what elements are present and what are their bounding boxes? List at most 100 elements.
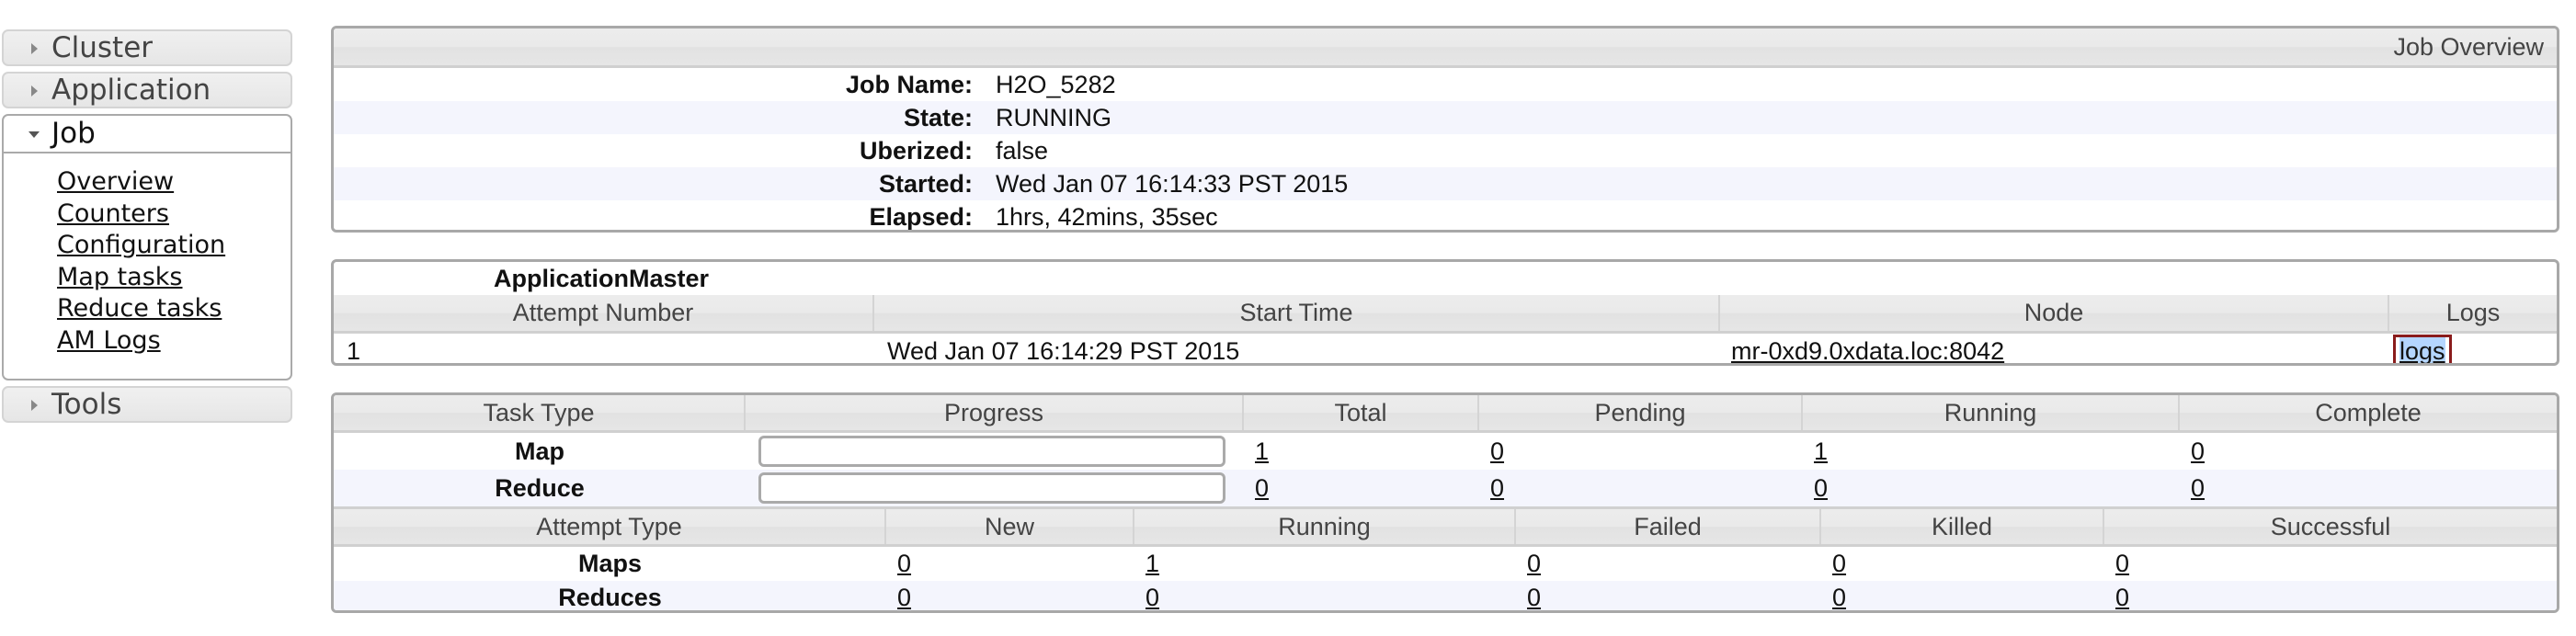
sidebar-section-job-header[interactable]: Job [4, 116, 291, 153]
task-row-map: Map 1 0 1 0 [334, 433, 2557, 470]
sidebar-section-tools[interactable]: Tools [2, 386, 292, 423]
sidebar-link-overview[interactable]: Overview [57, 166, 291, 199]
total-link[interactable]: 1 [1255, 437, 1269, 465]
column-header-pending[interactable]: Pending [1479, 395, 1803, 430]
overview-row-started: Started: Wed Jan 07 16:14:33 PST 2015 [334, 167, 2557, 200]
column-header-total[interactable]: Total [1244, 395, 1479, 430]
running-cell: 0 [1134, 584, 1516, 610]
overview-value: Wed Jan 07 16:14:33 PST 2015 [996, 169, 1349, 198]
successful-link[interactable]: 0 [2115, 550, 2129, 577]
failed-link[interactable]: 0 [1527, 584, 1541, 610]
sidebar-link-reduce-tasks[interactable]: Reduce tasks [57, 293, 291, 325]
overview-label: Uberized: [859, 136, 973, 165]
column-header-logs[interactable]: Logs [2389, 295, 2557, 331]
logs-link[interactable]: logs [2393, 335, 2452, 365]
triangle-down-icon [28, 131, 40, 138]
running-link[interactable]: 1 [1146, 550, 1159, 577]
logs-link-text: logs [2399, 337, 2445, 365]
column-header-attempt-running[interactable]: Running [1134, 509, 1516, 544]
killed-link[interactable]: 0 [1832, 550, 1846, 577]
job-links: Overview Counters Configuration Map task… [4, 153, 291, 379]
sidebar-section-cluster[interactable]: Cluster [2, 29, 292, 66]
running-cell: 1 [1134, 550, 1516, 578]
successful-cell: 0 [2104, 584, 2557, 610]
node-cell: mr-0xd9.0xdata.loc:8042 [1720, 337, 2389, 364]
job-overview-title: Job Overview [2393, 32, 2544, 61]
task-type: Reduce [495, 473, 585, 502]
column-header-failed[interactable]: Failed [1516, 509, 1821, 544]
column-header-successful[interactable]: Successful [2104, 509, 2557, 544]
overview-value: 1hrs, 42mins, 35sec [996, 202, 1218, 231]
triangle-right-icon [31, 85, 38, 97]
complete-link[interactable]: 0 [2191, 474, 2205, 502]
column-header-start-time[interactable]: Start Time [874, 295, 1720, 331]
sidebar-link-am-logs[interactable]: AM Logs [57, 325, 291, 358]
overview-row-elapsed: Elapsed: 1hrs, 42mins, 35sec [334, 200, 2557, 231]
column-header-complete[interactable]: Complete [2180, 395, 2557, 430]
column-header-killed[interactable]: Killed [1821, 509, 2104, 544]
running-link[interactable]: 0 [1146, 584, 1159, 610]
column-header-node[interactable]: Node [1720, 295, 2389, 331]
application-master-title: ApplicationMaster [494, 264, 710, 292]
total-cell: 0 [1244, 474, 1479, 503]
overview-row-state: State: RUNNING [334, 101, 2557, 134]
overview-row-job-name: Job Name: H2O_5282 [334, 68, 2557, 101]
sidebar-section-label: Tools [51, 388, 122, 421]
overview-value: RUNNING [996, 103, 1111, 131]
pending-cell: 0 [1479, 474, 1803, 503]
sidebar-link-map-tasks[interactable]: Map tasks [57, 262, 291, 294]
node-link[interactable]: mr-0xd9.0xdata.loc:8042 [1731, 337, 2004, 364]
application-master-table: ApplicationMaster Attempt Number Start T… [331, 259, 2559, 366]
pending-link[interactable]: 0 [1490, 474, 1504, 502]
table-row: 1 Wed Jan 07 16:14:29 PST 2015 mr-0xd9.0… [334, 334, 2557, 365]
attempt-row-reduces: Reduces 0 0 0 0 0 [334, 581, 2557, 610]
total-link[interactable]: 0 [1255, 474, 1269, 502]
new-cell: 0 [886, 550, 1134, 578]
sidebar-section-job: Job Overview Counters Configuration Map … [2, 114, 292, 380]
successful-link[interactable]: 0 [2115, 584, 2129, 610]
attempt-type: Maps [577, 550, 643, 577]
progress-cell [746, 472, 1244, 504]
progress-bar [758, 436, 1225, 467]
killed-cell: 0 [1821, 584, 2104, 610]
tasks-table: Task Type Progress Total Pending Running… [331, 392, 2559, 613]
triangle-right-icon [31, 400, 38, 411]
column-header-running[interactable]: Running [1803, 395, 2180, 430]
column-header-progress[interactable]: Progress [746, 395, 1244, 430]
complete-cell: 0 [2180, 474, 2557, 503]
new-link[interactable]: 0 [897, 584, 911, 610]
column-header-task-type[interactable]: Task Type [334, 395, 746, 430]
attempt-row-maps: Maps 0 1 0 0 0 [334, 547, 2557, 581]
column-header-attempt-type[interactable]: Attempt Type [334, 509, 886, 544]
complete-link[interactable]: 0 [2191, 437, 2205, 465]
column-header-attempt-number[interactable]: Attempt Number [334, 295, 874, 331]
logs-cell: logs [2389, 335, 2557, 365]
sidebar-section-label: Cluster [51, 31, 154, 64]
job-overview-header: Job Overview [334, 28, 2557, 68]
tasks-header-row: Task Type Progress Total Pending Running… [334, 395, 2557, 433]
column-header-new[interactable]: New [886, 509, 1134, 544]
killed-link[interactable]: 0 [1832, 584, 1846, 610]
running-link[interactable]: 1 [1814, 437, 1828, 465]
total-cell: 1 [1244, 437, 1479, 466]
overview-label: Job Name: [845, 70, 973, 98]
pending-link[interactable]: 0 [1490, 437, 1504, 465]
failed-cell: 0 [1516, 584, 1821, 610]
failed-link[interactable]: 0 [1527, 550, 1541, 577]
running-link[interactable]: 0 [1814, 474, 1828, 502]
sidebar-section-label: Job [51, 117, 96, 150]
overview-label: Elapsed: [869, 202, 973, 231]
progress-cell [746, 436, 1244, 467]
sidebar-section-application[interactable]: Application [2, 72, 292, 108]
attempts-header-row: Attempt Type New Running Failed Killed S… [334, 506, 2557, 547]
new-link[interactable]: 0 [897, 550, 911, 577]
start-time: Wed Jan 07 16:14:29 PST 2015 [887, 336, 1240, 365]
overview-value: false [996, 136, 1049, 165]
sidebar-link-configuration[interactable]: Configuration [57, 230, 291, 262]
sidebar-link-counters[interactable]: Counters [57, 199, 291, 231]
new-cell: 0 [886, 584, 1134, 610]
overview-row-uberized: Uberized: false [334, 134, 2557, 167]
overview-value: H2O_5282 [996, 70, 1116, 98]
overview-label: Started: [878, 169, 973, 198]
failed-cell: 0 [1516, 550, 1821, 578]
